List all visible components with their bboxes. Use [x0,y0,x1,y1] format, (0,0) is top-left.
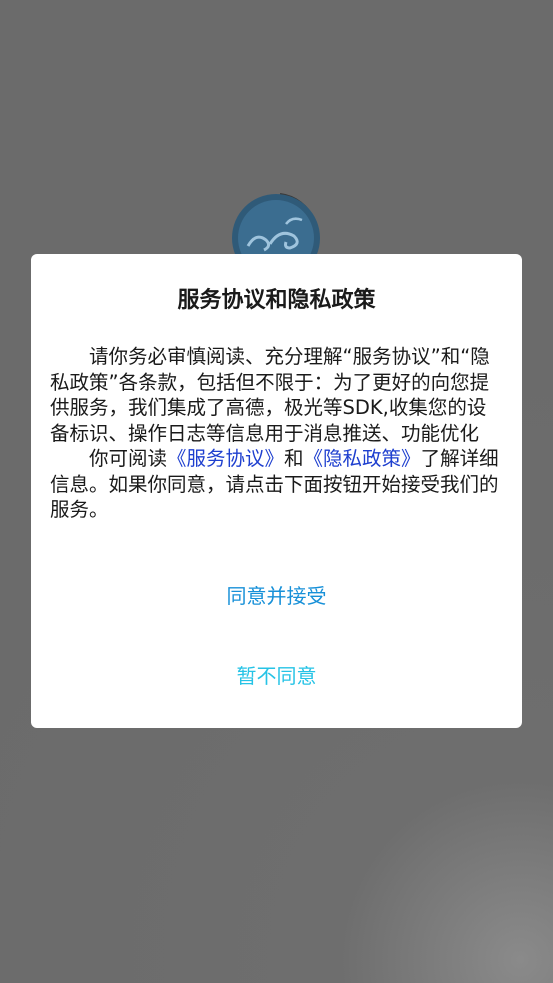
service-agreement-link[interactable]: 《服务协议》 [167,447,284,470]
dialog-body: 请你务必审慎阅读、充分理解“服务协议”和“隐私政策”各条款，包括但不限于：为了更… [50,344,504,523]
dialog-title: 服务协议和隐私政策 [177,288,376,313]
privacy-policy-link[interactable]: 《隐私政策》 [304,447,421,470]
read-prefix-text: 你可阅读 [89,447,168,470]
and-text: 和 [284,447,304,470]
agreement-paragraph: 请你务必审慎阅读、充分理解“服务协议”和“隐私政策”各条款，包括但不限于：为了更… [50,345,490,445]
decline-button[interactable]: 暂不同意 [31,656,522,696]
agree-button[interactable]: 同意并接受 [31,576,522,616]
privacy-dialog: 服务协议和隐私政策 请你务必审慎阅读、充分理解“服务协议”和“隐私政策”各条款，… [31,254,522,728]
links-paragraph: 你可阅读《服务协议》和《隐私政策》了解详细信息。如果你同意，请点击下面按钮开始接… [50,446,504,523]
